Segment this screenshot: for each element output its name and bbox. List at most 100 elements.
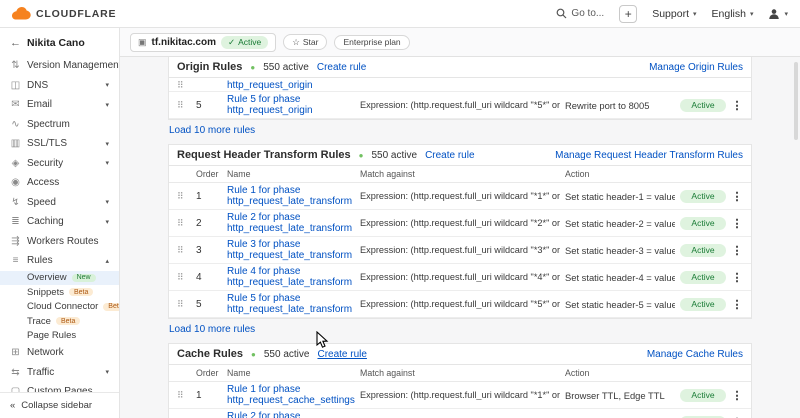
- user-icon: [768, 8, 780, 20]
- drag-handle-icon[interactable]: ⠿: [177, 191, 191, 202]
- kebab-menu-icon[interactable]: ⋮: [731, 389, 743, 402]
- rule-name-link[interactable]: http_request_origin: [227, 80, 355, 91]
- zone-domain-chip[interactable]: ▣ tf.nikitac.com ✓Active: [130, 33, 276, 52]
- scrollbar[interactable]: [794, 62, 798, 140]
- rule-name-line1: Rule 5 for phase: [227, 293, 355, 304]
- rule-name-line2: http_request_late_transform: [227, 196, 355, 207]
- create-rule-link[interactable]: Create rule: [425, 150, 474, 161]
- create-rule-link[interactable]: Create rule: [317, 349, 366, 360]
- collapse-sidebar-button[interactable]: « Collapse sidebar: [0, 392, 119, 418]
- sidebar-item-email[interactable]: ✉Email▾: [0, 95, 119, 115]
- rule-name-line2: http_request_cache_settings: [227, 395, 355, 406]
- sidebar-item-ssl-tls[interactable]: ▥SSL/TLS▾: [0, 134, 119, 154]
- sidebar-item-custom-pages[interactable]: ▢Custom Pages: [0, 382, 119, 392]
- create-rule-link[interactable]: Create rule: [317, 62, 366, 73]
- section-header: Cache Rules ● 550 active Create rule Man…: [169, 344, 751, 365]
- manage-origin-rules-link[interactable]: Manage Origin Rules: [649, 62, 743, 73]
- rule-action: Set static header-5 = value-5: [565, 299, 675, 310]
- drag-handle-icon[interactable]: ⠿: [177, 272, 191, 283]
- sidebar-item-overview[interactable]: OverviewNew: [0, 271, 119, 286]
- chevron-down-icon: ▾: [105, 159, 109, 167]
- drag-handle-icon[interactable]: ⠿: [177, 245, 191, 256]
- sidebar-item-dns[interactable]: ◫DNS▾: [0, 76, 119, 96]
- chevron-down-icon: ▾: [105, 140, 109, 148]
- sidebar-item-label: Page Rules: [27, 330, 76, 341]
- table-row-partial: ⠿ http_request_origin: [169, 78, 751, 92]
- sidebar-item-snippets[interactable]: SnippetsBeta: [0, 285, 119, 300]
- manage-request-header-transform-rules-link[interactable]: Manage Request Header Transform Rules: [555, 150, 743, 161]
- table-row: ⠿ 4 Rule 4 for phasehttp_request_late_tr…: [169, 264, 751, 291]
- chevron-down-icon: ▾: [693, 10, 697, 18]
- origin-rules-section: Origin Rules ● 550 active Create rule Ma…: [168, 57, 752, 120]
- load-more-link[interactable]: Load 10 more rules: [169, 125, 255, 136]
- drag-handle-icon[interactable]: ⠿: [177, 100, 191, 111]
- language-label: English: [712, 8, 746, 20]
- sidebar-item-label: Caching: [27, 216, 64, 227]
- load-more-link[interactable]: Load 10 more rules: [169, 324, 255, 335]
- sidebar-item-spectrum[interactable]: ∿Spectrum: [0, 115, 119, 135]
- drag-handle-icon[interactable]: ⠿: [177, 218, 191, 229]
- rule-name-link[interactable]: Rule 2 for phasehttp_request_cache_setti…: [227, 411, 355, 418]
- rule-name-link[interactable]: Rule 1 for phasehttp_request_cache_setti…: [227, 384, 355, 406]
- column-match: Match against: [360, 169, 560, 179]
- cloudflare-cloud-icon: [12, 7, 32, 20]
- rule-action: Set static header-2 = value-2: [565, 218, 675, 229]
- sidebar-item-version-management[interactable]: ⇅Version Management: [0, 56, 119, 76]
- beta-badge: Beta: [56, 317, 80, 325]
- section-title: Origin Rules: [177, 61, 242, 73]
- table-row: ⠿ 2 Rule 2 for phasehttp_request_cache_s…: [169, 409, 751, 418]
- sidebar-item-caching[interactable]: ≣Caching▾: [0, 212, 119, 232]
- sidebar-item-workers-routes[interactable]: ⇶Workers Routes: [0, 232, 119, 252]
- sidebar-item-page-rules[interactable]: Page Rules: [0, 329, 119, 344]
- drag-handle-icon[interactable]: ⠿: [177, 299, 191, 310]
- active-dot-icon: ●: [250, 63, 255, 72]
- access-icon: ◉: [10, 177, 21, 188]
- rule-name-link[interactable]: Rule 4 for phasehttp_request_late_transf…: [227, 266, 355, 288]
- drag-handle-icon[interactable]: ⠿: [177, 390, 191, 401]
- rule-name-link[interactable]: Rule 5 for phasehttp_request_origin: [227, 94, 355, 116]
- rule-name-link[interactable]: Rule 3 for phasehttp_request_late_transf…: [227, 239, 355, 261]
- kebab-menu-icon[interactable]: ⋮: [731, 99, 743, 112]
- zone-domain: tf.nikitac.com: [152, 37, 216, 48]
- sidebar-item-network[interactable]: ⊞Network: [0, 343, 119, 363]
- rule-name-link[interactable]: Rule 2 for phasehttp_request_late_transf…: [227, 212, 355, 234]
- rule-order: 5: [196, 299, 222, 310]
- kebab-menu-icon[interactable]: ⋮: [731, 190, 743, 203]
- global-search[interactable]: Go to...: [556, 8, 604, 19]
- sidebar-item-label: Access: [27, 177, 59, 188]
- kebab-menu-icon[interactable]: ⋮: [731, 271, 743, 284]
- ssl-tls-icon: ▥: [10, 138, 21, 149]
- support-menu[interactable]: Support ▾: [652, 8, 696, 20]
- star-button[interactable]: ☆Star: [283, 34, 327, 50]
- page-body: ← Nikita Cano ⇅Version Management ◫DNS▾ …: [0, 28, 800, 418]
- manage-cache-rules-link[interactable]: Manage Cache Rules: [647, 349, 743, 360]
- sidebar-item-security[interactable]: ◈Security▾: [0, 154, 119, 174]
- kebab-menu-icon[interactable]: ⋮: [731, 244, 743, 257]
- top-bar: CLOUDFLARE Go to... + Support ▾ English …: [0, 0, 800, 28]
- sidebar-item-speed[interactable]: ↯Speed▾: [0, 193, 119, 213]
- rule-name-link[interactable]: Rule 1 for phasehttp_request_late_transf…: [227, 185, 355, 207]
- cloudflare-logo[interactable]: CLOUDFLARE: [12, 7, 116, 20]
- sidebar-item-cloud-connector[interactable]: Cloud ConnectorBeta: [0, 300, 119, 315]
- kebab-menu-icon[interactable]: ⋮: [731, 217, 743, 230]
- brand-wordmark: CLOUDFLARE: [36, 8, 116, 20]
- language-menu[interactable]: English ▾: [712, 8, 754, 20]
- kebab-menu-icon[interactable]: ⋮: [731, 298, 743, 311]
- sidebar-item-trace[interactable]: TraceBeta: [0, 314, 119, 329]
- rules-overview-content: Origin Rules ● 550 active Create rule Ma…: [120, 57, 800, 418]
- chevron-down-icon: ▾: [105, 101, 109, 109]
- sidebar-item-rules[interactable]: ≡Rules▴: [0, 251, 119, 271]
- sidebar-item-label: Workers Routes: [27, 236, 99, 247]
- star-label: Star: [303, 37, 319, 47]
- rule-action: Rewrite port to 8005: [565, 100, 675, 111]
- sidebar-item-traffic[interactable]: ⇆Traffic▾: [0, 363, 119, 383]
- account-name: Nikita Cano: [27, 37, 85, 49]
- user-menu[interactable]: ▾: [768, 8, 788, 20]
- rule-name-link[interactable]: Rule 5 for phasehttp_request_late_transf…: [227, 293, 355, 315]
- add-button[interactable]: +: [619, 5, 637, 23]
- chevron-down-icon: ▾: [105, 81, 109, 89]
- sidebar-item-access[interactable]: ◉ Access: [0, 173, 119, 193]
- drag-handle-icon[interactable]: ⠿: [177, 80, 191, 91]
- new-badge: New: [72, 274, 96, 282]
- account-header[interactable]: ← Nikita Cano: [0, 28, 119, 56]
